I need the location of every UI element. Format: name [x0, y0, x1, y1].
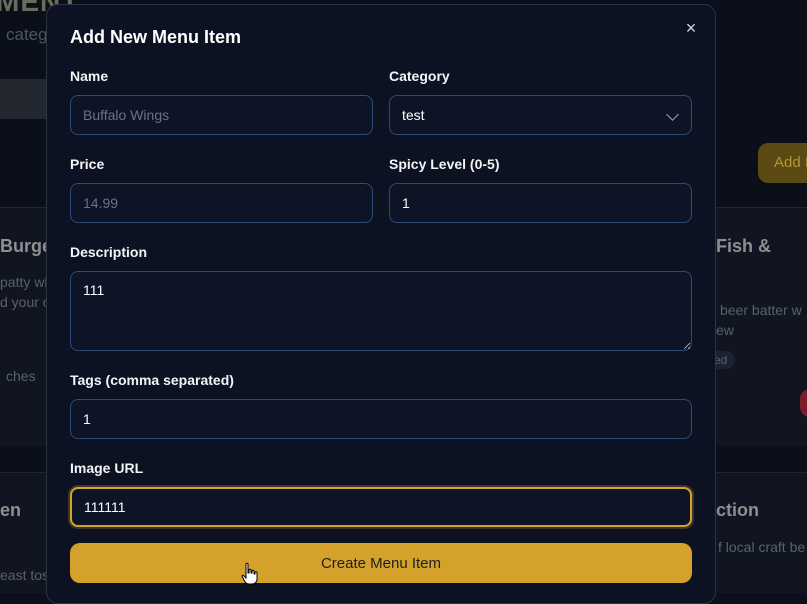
tags-label: Tags (comma separated)	[70, 372, 234, 388]
price-input[interactable]	[70, 183, 373, 223]
card-text: ew	[716, 322, 734, 338]
create-menu-item-button[interactable]: Create Menu Item	[70, 543, 692, 583]
card-text: f local craft be	[718, 539, 806, 555]
card-title: ction	[716, 500, 759, 520]
name-label: Name	[70, 68, 109, 84]
spicy-level-input[interactable]	[389, 183, 692, 223]
card-text: d your c	[0, 294, 50, 310]
category-label: Category	[389, 68, 450, 84]
chevron-down-icon	[666, 108, 679, 121]
menu-card	[716, 472, 807, 593]
card-text: east tos	[0, 567, 50, 583]
description-textarea[interactable]: 111	[70, 271, 692, 351]
category-value: test	[402, 107, 425, 123]
price-label: Price	[70, 156, 105, 172]
card-title: en	[0, 500, 22, 520]
delete-button-background[interactable]	[800, 389, 807, 417]
card-title: Fish &	[716, 236, 772, 256]
card-title: Burge	[0, 236, 53, 256]
category-select[interactable]: test	[389, 95, 692, 135]
close-icon[interactable]: ×	[682, 19, 700, 37]
name-input[interactable]	[70, 95, 373, 135]
spicy-level-label: Spicy Level (0-5)	[389, 156, 500, 172]
description-label: Description	[70, 244, 148, 260]
page-subtitle-fragment: categ	[6, 25, 48, 44]
modal-title: Add New Menu Item	[70, 27, 242, 47]
add-item-button-background[interactable]: Add I	[758, 143, 807, 183]
card-text: patty wi	[0, 274, 48, 290]
hand-cursor-icon	[241, 562, 258, 585]
tags-input[interactable]	[70, 399, 692, 439]
card-text: beer batter w	[720, 302, 802, 318]
image-url-input[interactable]	[70, 487, 692, 527]
card-text: ches	[6, 368, 36, 384]
add-menu-item-modal: Add New Menu Item × Name Category test P…	[46, 4, 716, 604]
image-url-label: Image URL	[70, 460, 144, 476]
